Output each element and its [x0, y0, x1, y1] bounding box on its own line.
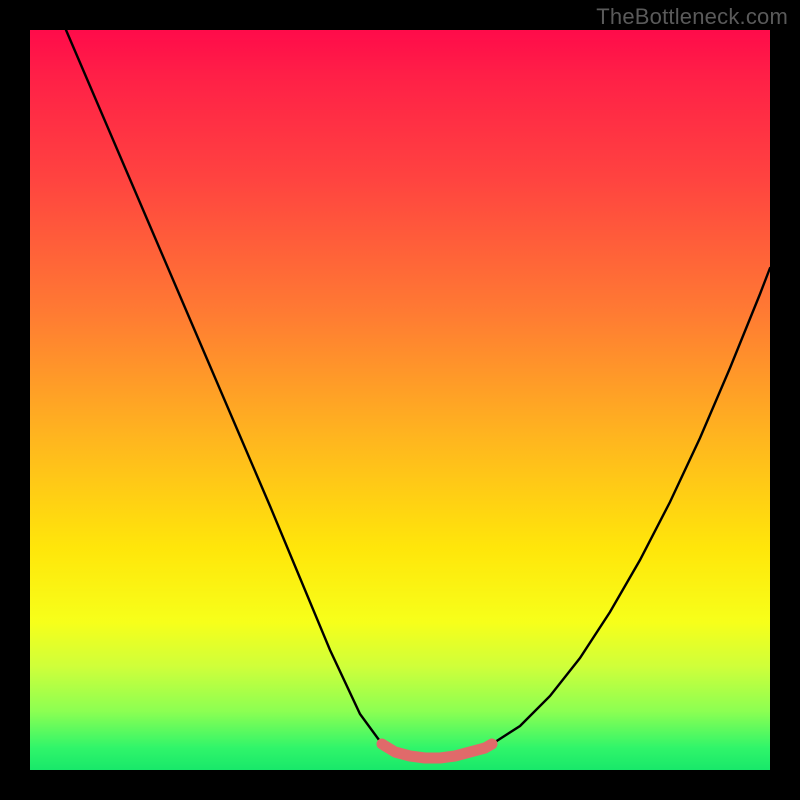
curve-left: [66, 30, 382, 744]
plateau-curve: [382, 744, 492, 758]
curve-right: [492, 268, 770, 744]
chart-frame: TheBottleneck.com: [0, 0, 800, 800]
chart-svg: [30, 30, 770, 770]
chart-plot-area: [30, 30, 770, 770]
watermark-text: TheBottleneck.com: [596, 4, 788, 30]
